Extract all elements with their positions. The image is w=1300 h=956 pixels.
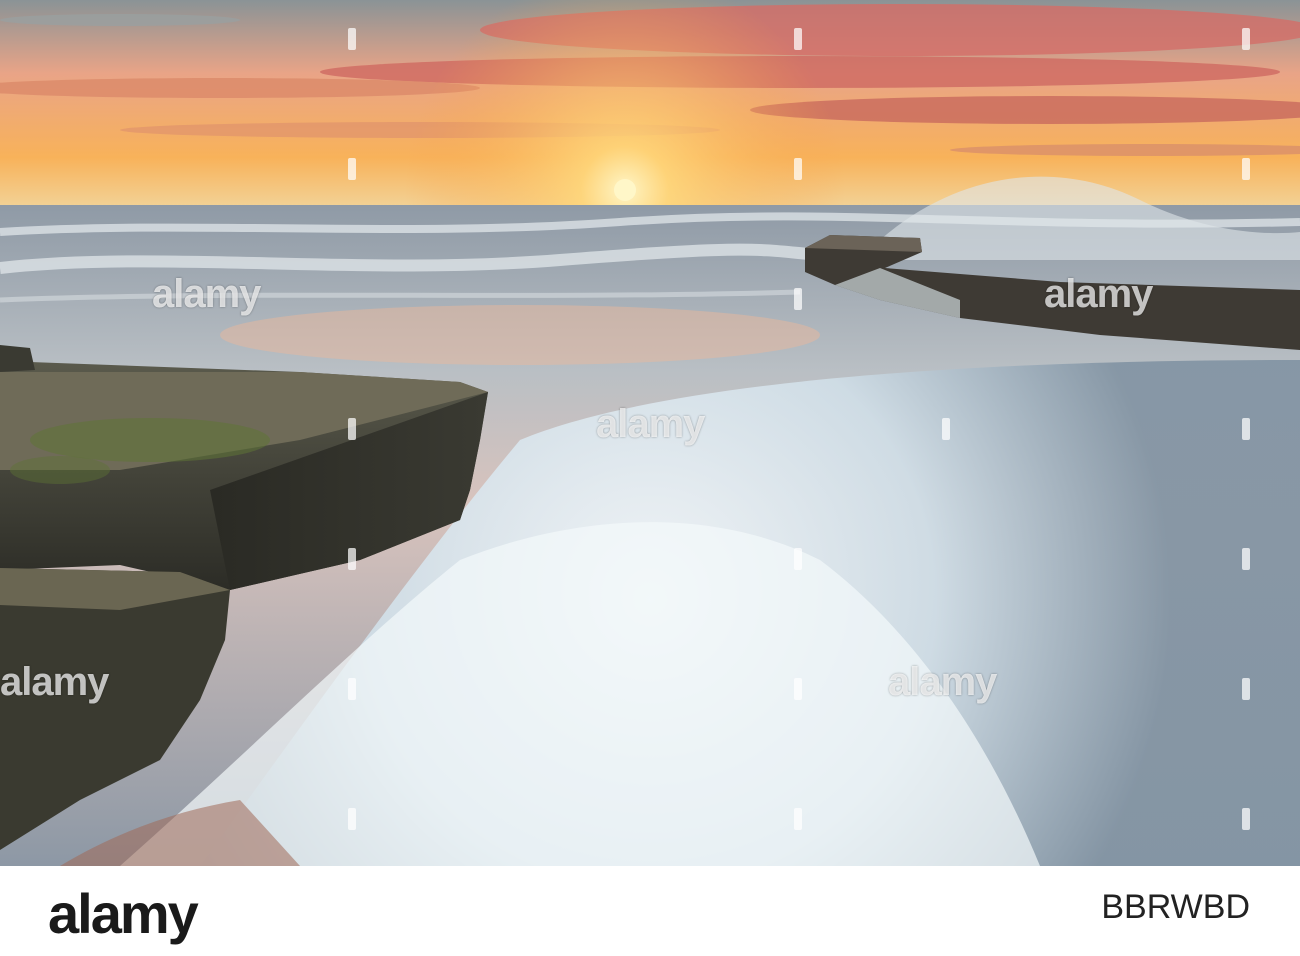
- watermark-mark: [1242, 678, 1250, 700]
- sunset-reflection: [220, 305, 820, 365]
- watermark-mark: [1242, 158, 1250, 180]
- image-id-label: BBRWBD: [1101, 888, 1250, 926]
- watermark-mark: [348, 418, 356, 440]
- watermark-mark: [1242, 28, 1250, 50]
- sun-glow: [0, 0, 1300, 210]
- alamy-logo[interactable]: alamy: [48, 886, 199, 942]
- watermark-mark: [1242, 418, 1250, 440]
- watermark-mark: [348, 548, 356, 570]
- watermark-mark: [348, 678, 356, 700]
- watermark-mark: [794, 678, 802, 700]
- watermark-mark: [794, 548, 802, 570]
- watermark-mark: [942, 418, 950, 440]
- watermark-mark: [348, 28, 356, 50]
- watermark-mark: [1242, 808, 1250, 830]
- page: alamy alamy alamy alamy alamy alamy BBRW…: [0, 0, 1300, 956]
- sunset-seascape-image: [0, 0, 1300, 866]
- watermark-mark: [794, 288, 802, 310]
- watermark-mark: [794, 808, 802, 830]
- watermark-mark: [348, 808, 356, 830]
- sun: [614, 179, 636, 201]
- watermark-mark: [348, 158, 356, 180]
- watermark-mark: [794, 158, 802, 180]
- stock-photo: alamy alamy alamy alamy alamy: [0, 0, 1300, 866]
- watermark-mark: [1242, 548, 1250, 570]
- watermark-mark: [794, 28, 802, 50]
